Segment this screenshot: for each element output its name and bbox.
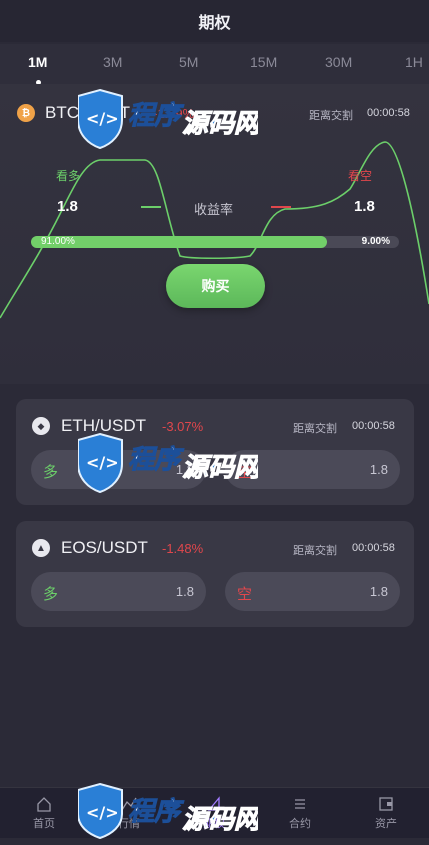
yield-label: 收益率 xyxy=(194,202,234,217)
nav-market[interactable]: 行情 xyxy=(99,796,159,831)
tab-5m[interactable]: 5M xyxy=(179,54,198,70)
nav-assets[interactable]: 资产 xyxy=(356,796,416,831)
options-icon xyxy=(207,796,220,811)
tab-30m[interactable]: 30M xyxy=(325,54,352,70)
bottom-navigation: 首页 行情 期权 合约 资产 xyxy=(0,787,429,838)
countdown-label: 距离交割 xyxy=(309,110,353,122)
short-value: 1.8 xyxy=(354,198,375,215)
card-pair-name: ETH/USDT xyxy=(61,416,146,435)
nav-options[interactable]: 期权 xyxy=(184,796,244,831)
chart-icon xyxy=(121,797,137,811)
short-percent: 9.00% xyxy=(361,236,390,247)
long-button-label: 多 xyxy=(43,586,59,603)
long-ratio-fill xyxy=(31,236,328,248)
nav-label: 资产 xyxy=(375,818,397,830)
nav-label: 首页 xyxy=(33,818,55,830)
long-button[interactable]: 多 1.8 xyxy=(31,450,206,489)
countdown-time: 00:00:58 xyxy=(352,420,395,432)
long-percent: 91.00% xyxy=(41,236,75,247)
short-button-label: 空 xyxy=(237,464,253,481)
page-title: 期权 xyxy=(198,15,231,32)
option-card-eos[interactable]: ▲ EOS/USDT -1.48% 距离交割 00:00:58 多 1.8 空 … xyxy=(16,521,414,627)
main-pair-change: -1.89% xyxy=(153,106,195,121)
eos-icon: ▲ xyxy=(32,539,50,557)
long-button-value: 1.8 xyxy=(175,584,194,599)
home-icon xyxy=(37,797,51,812)
nav-contract[interactable]: 合约 xyxy=(270,796,330,831)
short-button-value: 1.8 xyxy=(369,584,388,599)
long-button-value: 1.8 xyxy=(175,462,194,477)
long-value: 1.8 xyxy=(57,198,78,215)
nav-label: 期权 xyxy=(203,818,225,830)
card-pair-name: EOS/USDT xyxy=(61,538,148,557)
tab-1h[interactable]: 1H xyxy=(405,54,423,70)
card-pair-change: -3.07% xyxy=(162,419,204,434)
tab-1m[interactable]: 1M xyxy=(28,54,47,70)
short-button[interactable]: 空 1.8 xyxy=(225,572,400,611)
period-tabs: 1M 3M 5M 15M 30M 1H xyxy=(0,44,429,84)
bitcoin-icon: ₿ xyxy=(17,104,35,122)
short-button-label: 空 xyxy=(237,586,253,603)
tab-15m[interactable]: 15M xyxy=(250,54,277,70)
long-indicator-line xyxy=(141,206,161,208)
nav-label: 行情 xyxy=(118,818,140,830)
short-indicator-line xyxy=(271,206,291,208)
short-button[interactable]: 空 1.8 xyxy=(225,450,400,489)
page-header: 期权 xyxy=(0,0,429,42)
long-short-ratio-bar: 91.00% 9.00% xyxy=(31,236,399,248)
card-pair-change: -1.48% xyxy=(162,541,204,556)
main-pair-name: BTC/USDT xyxy=(45,103,130,122)
ethereum-icon: ◆ xyxy=(32,417,50,435)
short-label: 看空 xyxy=(348,169,373,183)
long-label: 看多 xyxy=(56,169,81,183)
nav-label: 合约 xyxy=(289,818,311,830)
buy-button[interactable]: 购买 xyxy=(166,264,265,308)
long-button[interactable]: 多 1.8 xyxy=(31,572,206,611)
price-line-chart xyxy=(0,141,429,319)
countdown-time: 00:00:58 xyxy=(352,542,395,554)
tab-3m[interactable]: 3M xyxy=(103,54,122,70)
countdown-label: 距离交割 xyxy=(293,423,337,435)
contract-icon xyxy=(295,799,305,809)
option-card-eth[interactable]: ◆ ETH/USDT -3.07% 距离交割 00:00:58 多 1.8 空 … xyxy=(16,399,414,505)
nav-home[interactable]: 首页 xyxy=(14,796,74,831)
wallet-icon xyxy=(379,797,393,811)
countdown-label: 距离交割 xyxy=(293,545,337,557)
long-button-label: 多 xyxy=(43,464,59,481)
short-button-value: 1.8 xyxy=(369,462,388,477)
countdown-time: 00:00:58 xyxy=(367,107,410,119)
